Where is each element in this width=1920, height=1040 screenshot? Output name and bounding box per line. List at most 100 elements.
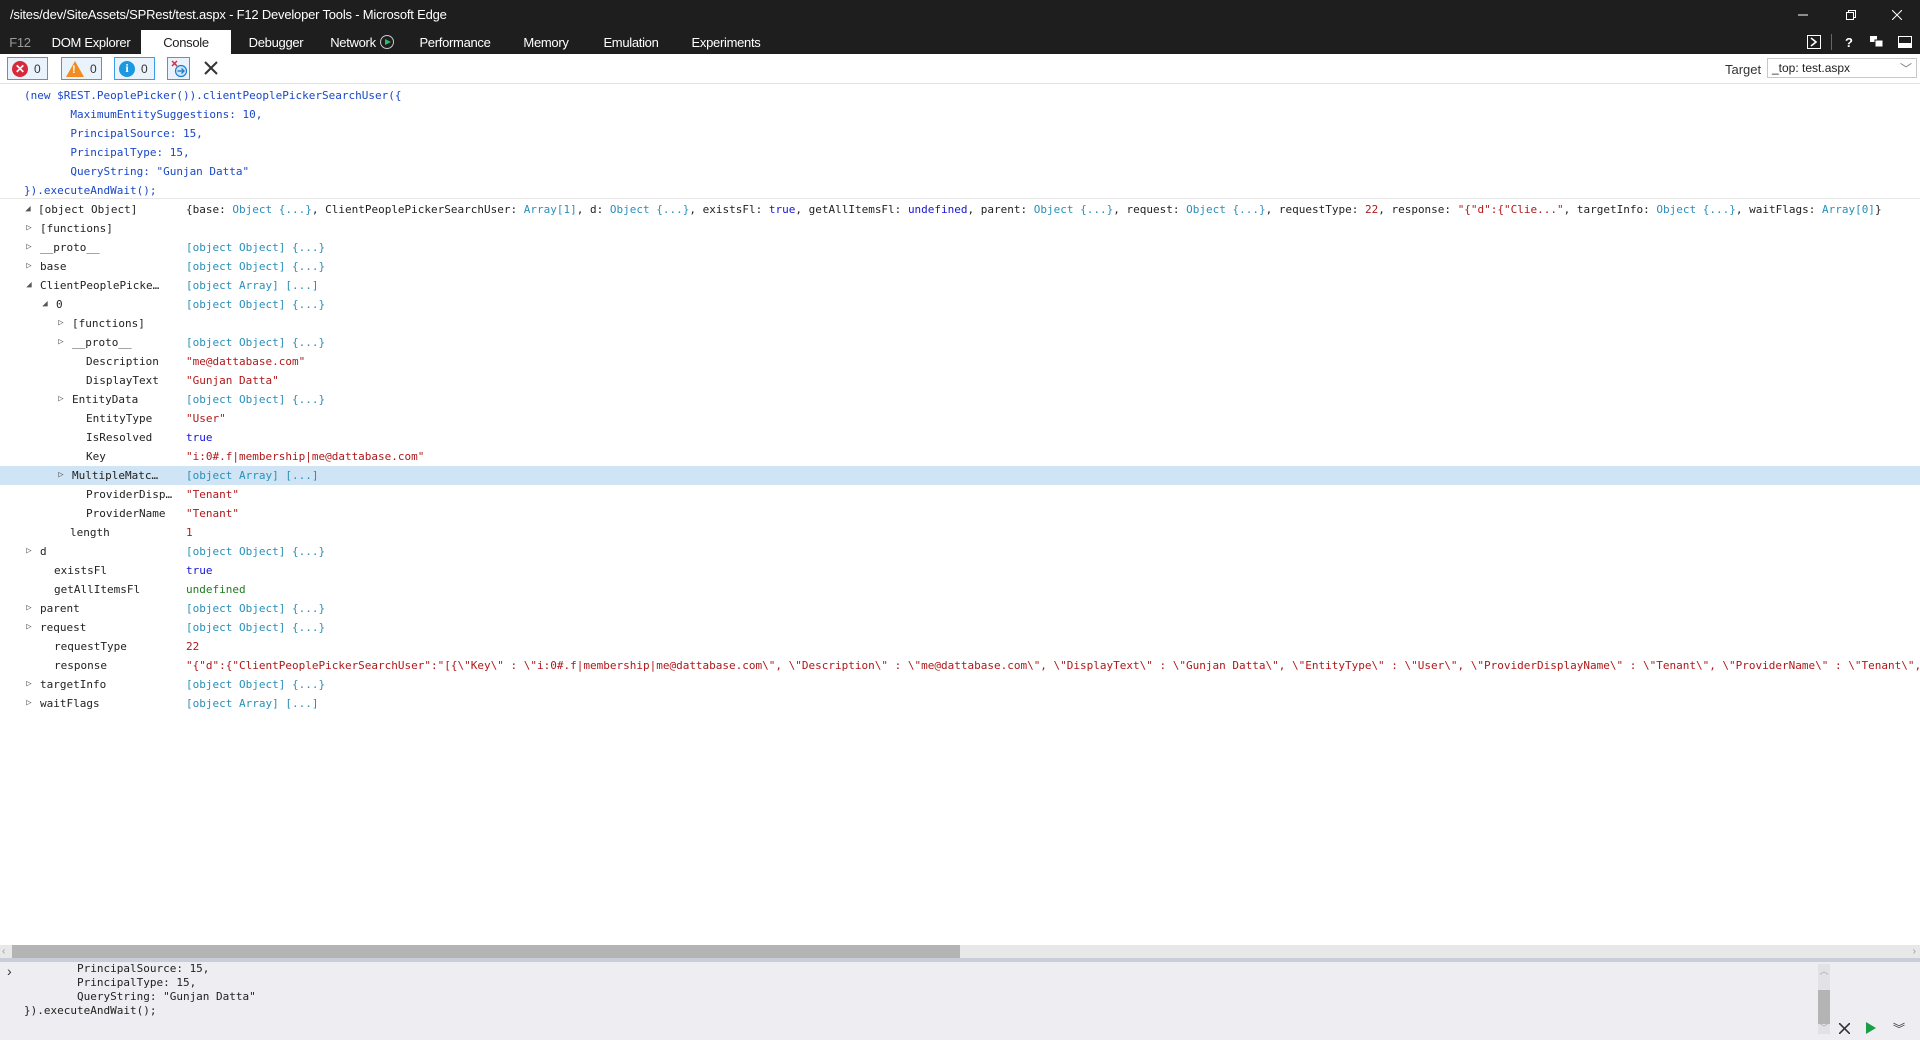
property-row: Description "me@dattabase.com": [0, 352, 1920, 371]
clear-input-icon: [1838, 1022, 1850, 1034]
property-value: [object Array] [...]: [186, 469, 319, 482]
property-key: existsFl: [54, 564, 107, 577]
property-row[interactable]: ▷ EntityData [object Object] {...}: [0, 390, 1920, 409]
tab-dom-explorer[interactable]: DOM Explorer: [40, 30, 142, 54]
collapsed-triangle-icon[interactable]: ▷: [24, 694, 34, 713]
property-key: IsResolved: [86, 431, 153, 444]
expanded-triangle-icon[interactable]: ◢: [23, 200, 33, 219]
help-button[interactable]: ?: [1838, 33, 1860, 51]
input-line: PrincipalSource: 15,: [24, 962, 210, 975]
collapsed-triangle-icon[interactable]: ▷: [24, 542, 34, 561]
property-value: [object Object] {...}: [186, 678, 326, 691]
collapsed-triangle-icon[interactable]: ▷: [56, 314, 66, 333]
tab-memory[interactable]: Memory: [512, 30, 580, 54]
dock-bottom-button[interactable]: [1894, 33, 1916, 51]
scroll-down-icon[interactable]: ﹀: [1818, 1021, 1830, 1034]
warnings-filter-button[interactable]: ! 0: [61, 57, 102, 80]
collapsed-triangle-icon[interactable]: ▷: [56, 390, 66, 409]
clear-input-button[interactable]: [1836, 1020, 1852, 1036]
tab-label: Emulation: [603, 34, 659, 50]
input-vertical-scrollbar[interactable]: ︿ ﹀: [1818, 964, 1830, 1034]
messages-filter-button[interactable]: i 0: [114, 57, 155, 80]
property-row[interactable]: ▷ __proto__ [object Object] {...}: [0, 333, 1920, 352]
result-root-row[interactable]: ◢ [object Object] {base: Object {...}, Cli…: [0, 200, 1920, 219]
console-input[interactable]: › PrincipalSource: 15, PrincipalType: 15…: [0, 962, 1920, 1040]
undock-button[interactable]: [1866, 33, 1888, 51]
scroll-up-icon[interactable]: ︿: [1818, 964, 1830, 977]
target-value: _top: test.aspx: [1772, 61, 1851, 75]
target-select[interactable]: _top: test.aspx ﹀: [1767, 58, 1917, 78]
clear-on-navigate-button[interactable]: [167, 57, 190, 80]
input-scrollbar-thumb[interactable]: [1818, 990, 1830, 1024]
restore-button[interactable]: [1828, 0, 1874, 30]
console-toggle-button[interactable]: [1803, 33, 1825, 51]
tab-experiments[interactable]: Experiments: [684, 30, 768, 54]
property-key: __proto__: [72, 336, 132, 349]
input-code[interactable]: PrincipalSource: 15, PrincipalType: 15, …: [24, 962, 256, 1018]
summary-token: , getAllItemsFl:: [795, 203, 908, 216]
tab-label: Debugger: [248, 34, 304, 50]
property-row[interactable]: ▷ MultipleMatc… [object Array] [...]: [0, 466, 1920, 485]
collapsed-triangle-icon[interactable]: ▷: [24, 257, 34, 276]
scroll-right-icon[interactable]: ›: [1913, 945, 1916, 958]
clear-console-icon: [204, 61, 218, 75]
property-row[interactable]: ▷ __proto__ [object Object] {...}: [0, 238, 1920, 257]
property-key: ProviderDisp…: [86, 488, 173, 501]
property-value: [object Object] {...}: [186, 241, 326, 254]
property-row: DisplayText "Gunjan Datta": [0, 371, 1920, 390]
tab-network[interactable]: Network: [322, 30, 402, 54]
summary-token: , parent:: [967, 203, 1034, 216]
summary-token: Object {...}: [609, 203, 690, 216]
collapsed-triangle-icon[interactable]: ▷: [56, 333, 66, 352]
property-key: DisplayText: [86, 374, 159, 387]
expand-input-button[interactable]: ︾: [1891, 1020, 1907, 1036]
tab-console[interactable]: Console: [141, 30, 231, 54]
collapsed-triangle-icon[interactable]: ▷: [24, 675, 34, 694]
horizontal-scrollbar[interactable]: ‹ ›: [0, 945, 1920, 958]
property-row[interactable]: ▷ targetInfo [object Object] {...}: [0, 675, 1920, 694]
title-bar: /sites/dev/SiteAssets/SPRest/test.aspx -…: [0, 0, 1920, 30]
property-row[interactable]: ▷ d [object Object] {...}: [0, 542, 1920, 561]
property-row[interactable]: ▷ [functions]: [0, 314, 1920, 333]
dock-bottom-icon: [1898, 36, 1912, 48]
property-key: d: [40, 545, 47, 558]
property-value: "Tenant": [186, 488, 239, 501]
summary-token: Array[0]: [1821, 203, 1875, 216]
property-row[interactable]: ▷ parent [object Object] {...}: [0, 599, 1920, 618]
collapsed-triangle-icon[interactable]: ▷: [56, 466, 66, 485]
property-value: [object Object] {...}: [186, 621, 326, 634]
property-key: EntityData: [72, 393, 139, 406]
property-row[interactable]: ◢ 0 [object Object] {...}: [0, 295, 1920, 314]
restore-icon: [1846, 10, 1856, 20]
collapsed-triangle-icon[interactable]: ▷: [24, 599, 34, 618]
expanded-triangle-icon[interactable]: ◢: [24, 276, 34, 295]
scroll-left-icon[interactable]: ‹: [2, 945, 5, 958]
property-row[interactable]: ▷ base [object Object] {...}: [0, 257, 1920, 276]
property-row[interactable]: ▷ waitFlags [object Array] [...]: [0, 694, 1920, 713]
collapsed-triangle-icon[interactable]: ▷: [24, 618, 34, 637]
collapsed-triangle-icon[interactable]: ▷: [24, 219, 34, 238]
property-key: [functions]: [40, 222, 113, 235]
scrollbar-thumb[interactable]: [12, 945, 960, 958]
property-row[interactable]: ▷ request [object Object] {...}: [0, 618, 1920, 637]
expanded-triangle-icon[interactable]: ◢: [40, 295, 50, 314]
clear-console-button[interactable]: [201, 58, 221, 78]
tool-tab-bar: F12 DOM Explorer Console Debugger Networ…: [0, 30, 1920, 54]
message-count: 0: [141, 61, 148, 76]
summary-token: 22: [1364, 203, 1379, 216]
property-row[interactable]: ▷ [functions]: [0, 219, 1920, 238]
run-button[interactable]: [1863, 1020, 1879, 1036]
collapsed-triangle-icon[interactable]: ▷: [24, 238, 34, 257]
input-line: PrincipalType: 15,: [24, 976, 197, 989]
property-key: waitFlags: [40, 697, 100, 710]
errors-filter-button[interactable]: ✕ 0: [7, 57, 48, 80]
property-row[interactable]: ◢ ClientPeoplePicke… [object Array] [...]: [0, 276, 1920, 295]
tab-debugger[interactable]: Debugger: [236, 30, 316, 54]
property-row: getAllItemsFl undefined: [0, 580, 1920, 599]
minimize-button[interactable]: [1780, 0, 1826, 30]
summary-token: , ClientPeoplePickerSearchUser:: [311, 203, 524, 216]
summary-token: true: [768, 203, 796, 216]
tab-emulation[interactable]: Emulation: [592, 30, 670, 54]
close-button[interactable]: [1874, 0, 1920, 30]
tab-performance[interactable]: Performance: [410, 30, 500, 54]
